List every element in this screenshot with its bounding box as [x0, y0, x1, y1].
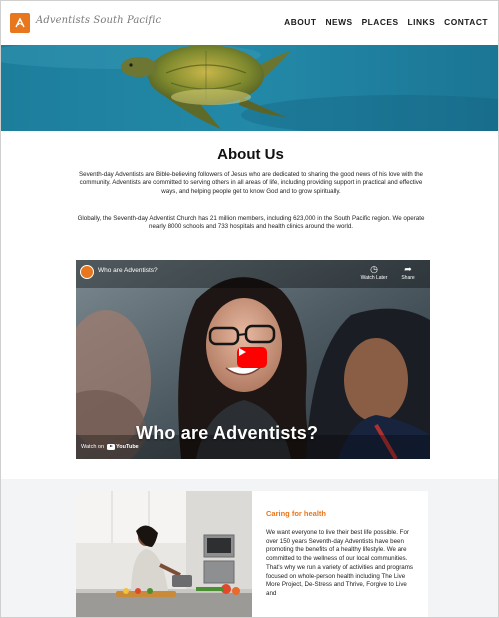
about-heading: About Us [217, 146, 284, 163]
logo-wordmark[interactable]: Adventists South Pacific [36, 15, 161, 26]
youtube-logo-icon: YouTube [107, 444, 139, 450]
share-label: Share [401, 275, 415, 281]
main-nav: ABOUT NEWS PLACES LINKS CONTACT [284, 17, 488, 27]
watch-later-button[interactable]: ◷ Watch Later [360, 264, 388, 281]
video-big-title: Who are Adventists? [136, 423, 319, 443]
nav-about[interactable]: ABOUT [284, 17, 316, 27]
about-paragraph-2: Globally, the Seventh-day Adventist Chur… [77, 215, 425, 231]
site-header: Adventists South Pacific ABOUT NEWS PLAC… [1, 1, 498, 45]
watch-on-label: Watch on [81, 444, 105, 450]
health-card-heading: Caring for health [266, 509, 327, 518]
watch-later-label: Watch Later [360, 275, 388, 281]
share-button[interactable]: ➦ Share [394, 264, 422, 281]
channel-avatar[interactable] [80, 265, 94, 279]
woman-cooking-illustration [76, 491, 252, 617]
hero-image [1, 45, 498, 131]
share-arrow-icon: ➦ [404, 264, 412, 274]
page-frame: Adventists South Pacific ABOUT NEWS PLAC… [0, 0, 499, 618]
logo-icon[interactable] [10, 13, 30, 33]
sea-turtle-illustration [1, 45, 498, 131]
youtube-label: YouTube [116, 444, 139, 450]
health-card-text: We want everyone to live their best life… [266, 529, 413, 597]
about-paragraph-1: Seventh-day Adventists are Bible-believi… [79, 171, 423, 195]
nav-contact[interactable]: CONTACT [444, 17, 488, 27]
nav-news[interactable]: NEWS [325, 17, 352, 27]
nav-links[interactable]: LINKS [408, 17, 436, 27]
play-icon [239, 348, 246, 356]
health-card: Caring for health We want everyone to li… [76, 491, 428, 617]
nav-places[interactable]: PLACES [362, 17, 399, 27]
kitchen-photo [76, 491, 252, 617]
video-title-overlay[interactable]: Who are Adventists? [98, 267, 158, 274]
watch-on-youtube-link[interactable]: Watch on YouTube [81, 444, 139, 450]
video-player[interactable]: Who are Adventists? ◷ Watch Later ➦ Shar… [76, 260, 430, 459]
clock-icon: ◷ [370, 264, 378, 274]
play-button[interactable] [237, 347, 267, 368]
